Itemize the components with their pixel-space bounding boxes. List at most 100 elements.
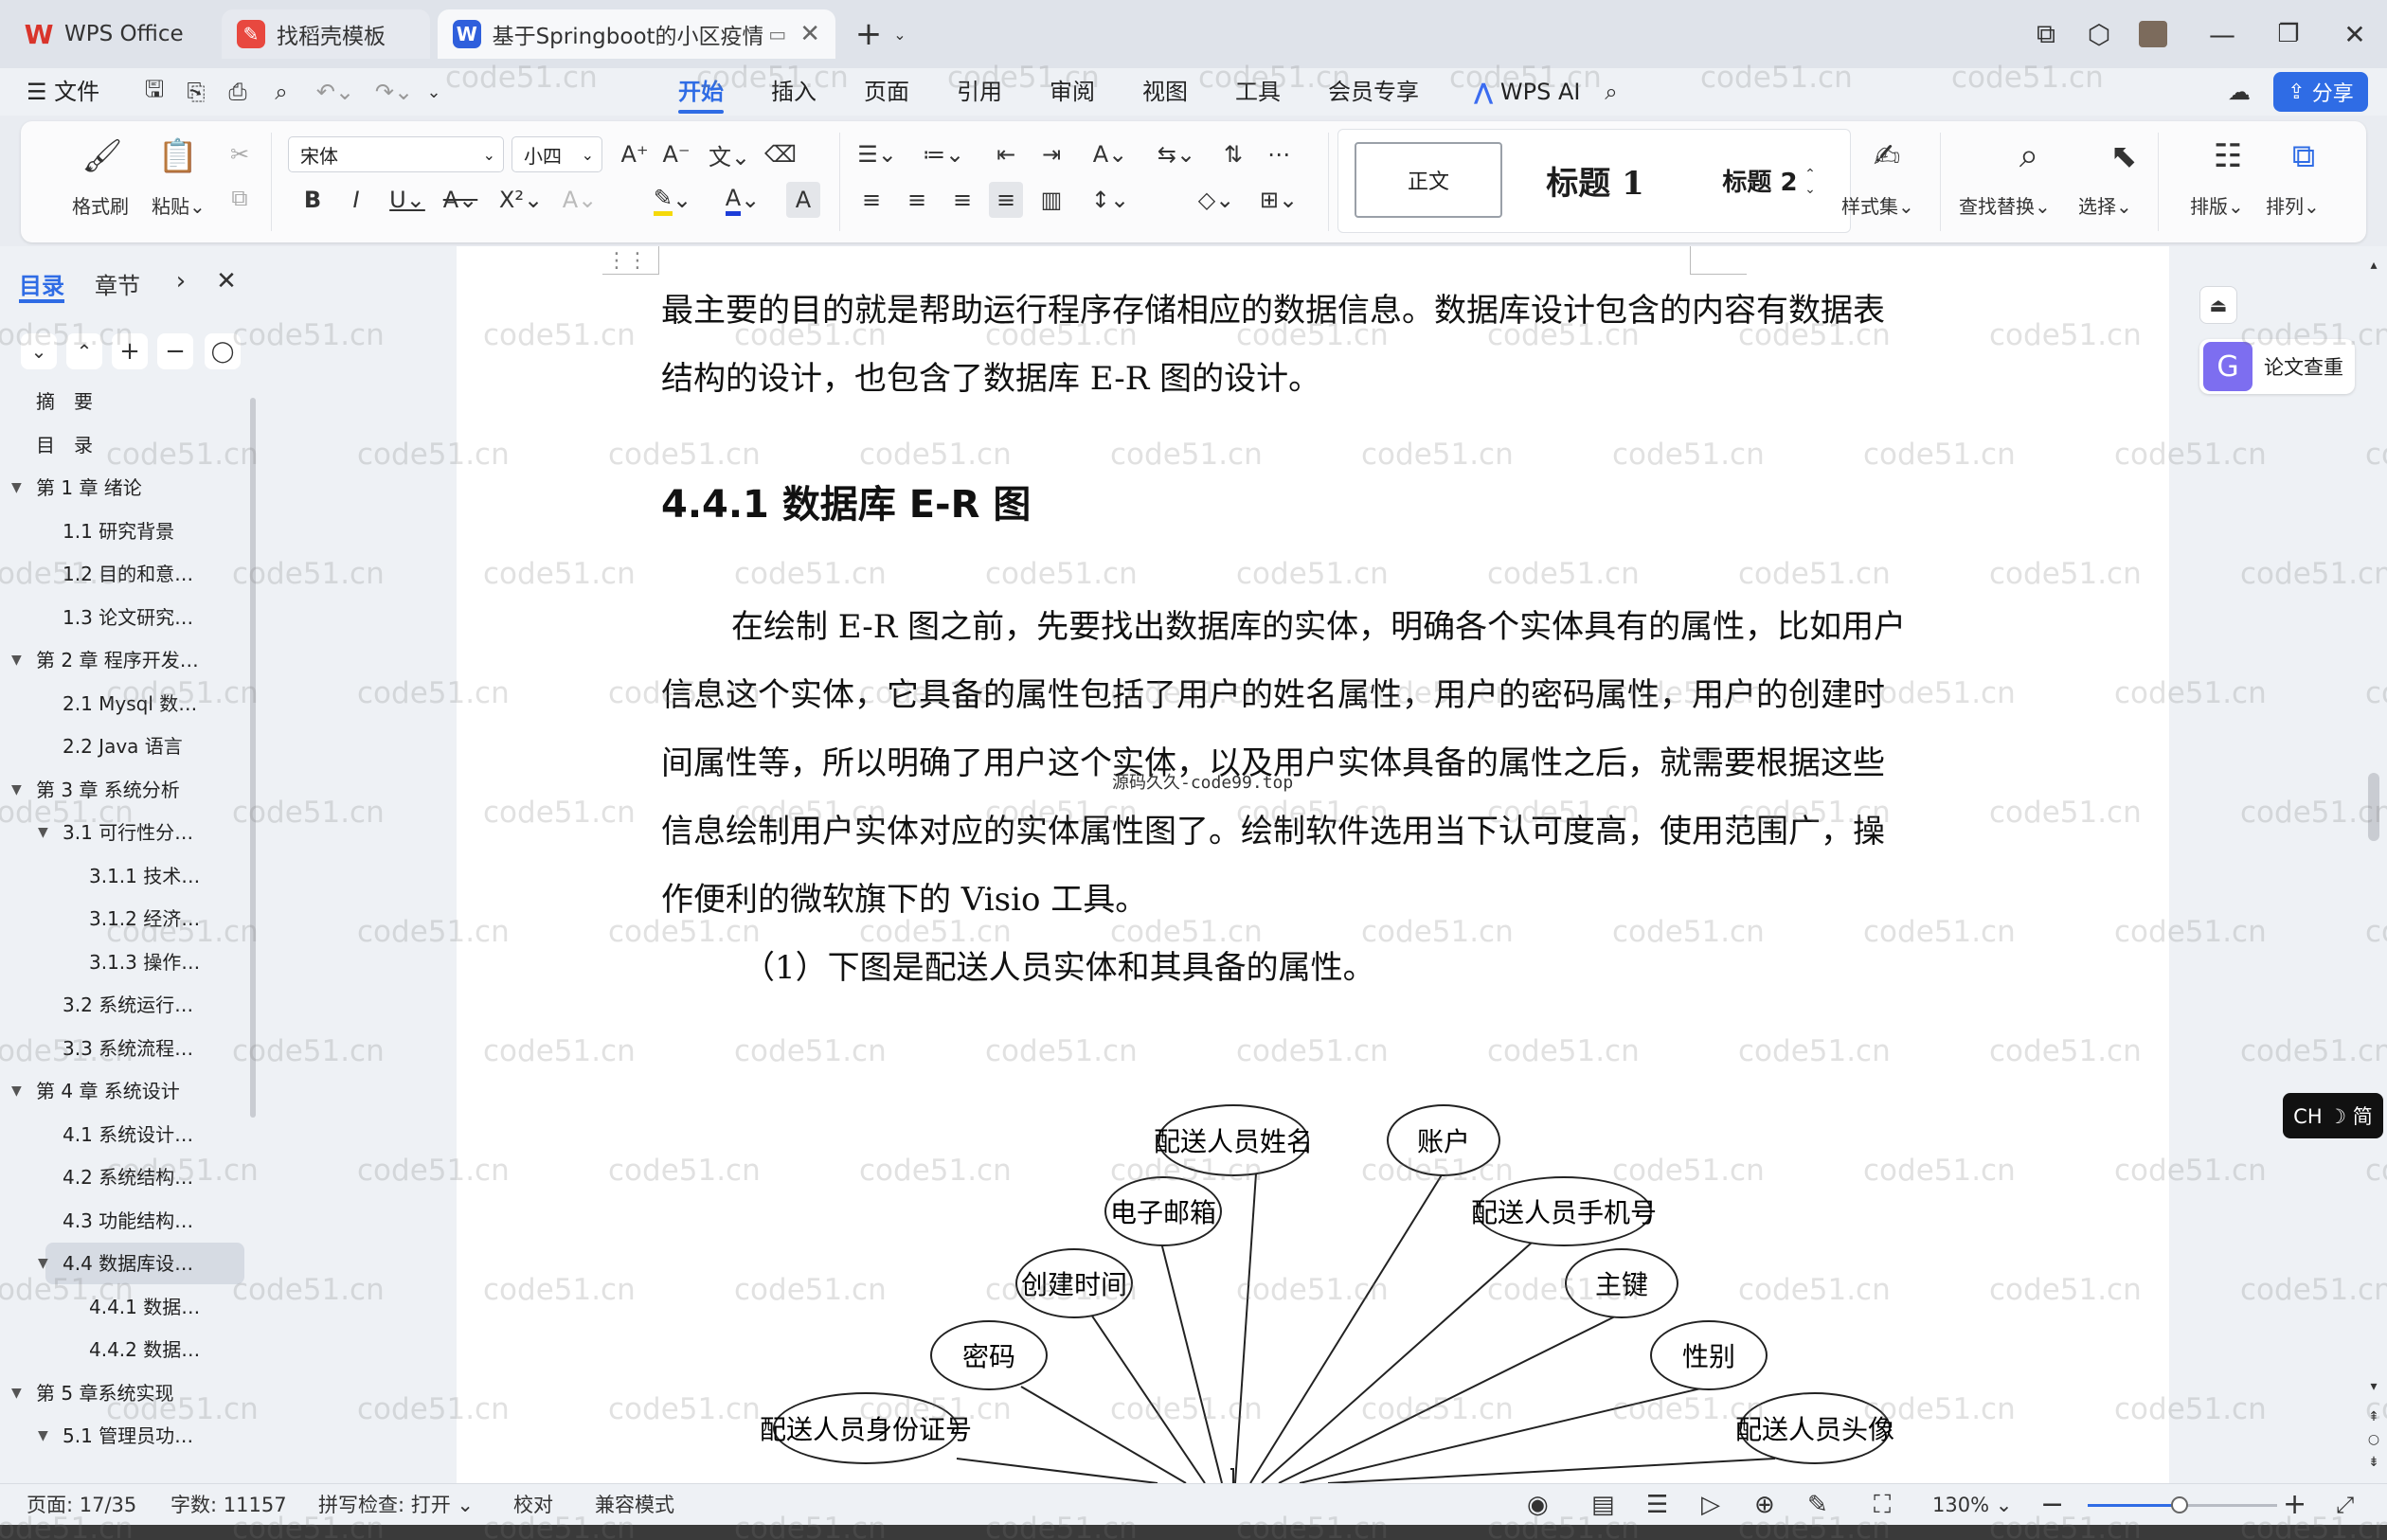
next-page-icon[interactable]: ⇟: [2364, 1451, 2383, 1474]
toc-item[interactable]: ▼ 5.1 管理员功…: [0, 1415, 246, 1457]
toc-expand-arrow-icon[interactable]: ▼: [11, 769, 22, 811]
tab-toc[interactable]: 目录: [19, 267, 64, 300]
print-preview-icon[interactable]: ⌕: [265, 76, 297, 108]
font-name-select[interactable]: 宋体 ⌄: [288, 136, 504, 172]
toc-item[interactable]: 1.1 研究背景: [0, 510, 246, 552]
arrange-icon[interactable]: ⧉: [2281, 134, 2326, 178]
print-icon[interactable]: ⎙: [222, 76, 254, 108]
style-set-button[interactable]: 样式集⌄: [1841, 191, 1914, 219]
scroll-up-icon[interactable]: ▴: [2364, 254, 2383, 277]
web-view-icon[interactable]: ⊕: [1754, 1484, 1775, 1526]
toc-item[interactable]: 2.2 Java 语言: [0, 725, 246, 767]
strikethrough-icon[interactable]: A⌄: [438, 182, 483, 218]
toc-item[interactable]: ▼ 第 2 章 程序开发…: [0, 639, 246, 681]
toc-scrollbar[interactable]: [250, 398, 256, 1118]
format-painter-label[interactable]: 格式刷: [72, 191, 129, 219]
sort-icon[interactable]: ⇅: [1216, 136, 1250, 172]
numbered-list-icon[interactable]: ≔⌄: [921, 136, 966, 172]
spell-check-toggle[interactable]: 拼写检查: 打开 ⌄: [318, 1484, 474, 1526]
proofread-button[interactable]: 校对: [513, 1484, 553, 1526]
select-browse-icon[interactable]: ○: [2364, 1428, 2383, 1451]
paste-label[interactable]: 粘贴⌄: [152, 191, 206, 219]
superscript-icon[interactable]: X²⌄: [494, 182, 547, 218]
close-window-icon[interactable]: ✕: [2336, 13, 2374, 55]
border-icon[interactable]: ⊞⌄: [1252, 182, 1305, 218]
shrink-font-icon[interactable]: A⁻: [659, 136, 693, 172]
paste-icon[interactable]: 📋: [158, 134, 198, 178]
word-count[interactable]: 字数: 11157: [170, 1484, 287, 1526]
toc-item[interactable]: 1.3 论文研究…: [0, 597, 246, 638]
tab-wps-office[interactable]: W WPS Office: [9, 9, 213, 59]
toc-item[interactable]: ▼ 4.4 数据库设…: [38, 1243, 244, 1284]
expand-down-icon[interactable]: ⌄: [21, 333, 57, 369]
new-tab-icon[interactable]: +: [847, 13, 890, 55]
toc-item[interactable]: 3.1.2 经济…: [0, 898, 246, 940]
justify-icon[interactable]: ≡: [989, 182, 1023, 218]
pen-icon[interactable]: ✎: [1807, 1484, 1828, 1526]
ime-indicator[interactable]: CH ☽ 简: [2283, 1093, 2383, 1138]
toc-item[interactable]: 3.2 系统运行…: [0, 984, 246, 1026]
save-icon[interactable]: 🖫: [138, 76, 170, 108]
search-icon[interactable]: ⌕: [1595, 76, 1627, 108]
toc-expand-arrow-icon[interactable]: ▼: [11, 1372, 22, 1414]
select-button[interactable]: 选择⌄: [2078, 191, 2132, 219]
minimize-icon[interactable]: —: [2203, 13, 2241, 55]
play-icon[interactable]: ▷: [1701, 1484, 1720, 1526]
share-button[interactable]: ⇪ 分享: [2273, 72, 2368, 112]
style-heading1[interactable]: 标题 1: [1510, 142, 1680, 218]
toc-expand-arrow-icon[interactable]: ▼: [11, 1070, 22, 1112]
menu-item-view[interactable]: 视图: [1142, 68, 1188, 116]
menu-item-tools[interactable]: 工具: [1235, 68, 1281, 116]
toc-item[interactable]: 3.1.3 操作…: [0, 941, 246, 983]
layout-button[interactable]: 排版⌄: [2190, 191, 2244, 219]
file-menu[interactable]: ☰ 文件: [27, 68, 99, 116]
zoom-slider-thumb[interactable]: [2171, 1496, 2188, 1513]
toc-item[interactable]: 4.4.1 数据…: [0, 1286, 246, 1328]
char-shading-icon[interactable]: A: [786, 182, 820, 218]
distribute-icon[interactable]: ▥: [1034, 182, 1068, 218]
font-color-icon[interactable]: A ⌄: [720, 182, 765, 218]
toc-expand-arrow-icon[interactable]: ▼: [38, 1415, 48, 1457]
bullet-list-icon[interactable]: ☰⌄: [854, 136, 900, 172]
prev-page-icon[interactable]: ⇞: [2364, 1406, 2383, 1428]
grow-font-icon[interactable]: A⁺: [618, 136, 652, 172]
toc-item[interactable]: 4.4.2 数据…: [0, 1329, 246, 1370]
page-view-icon[interactable]: ▤: [1591, 1484, 1615, 1526]
wps-ai-button[interactable]: ⋀ WPS AI: [1474, 68, 1580, 116]
underline-icon[interactable]: U⌄: [385, 182, 430, 218]
bold-icon[interactable]: B: [296, 182, 330, 218]
chevron-down-icon[interactable]: ⌄: [888, 13, 911, 55]
align-right-icon[interactable]: ≡: [945, 182, 979, 218]
text-direction-icon[interactable]: A⌄: [1087, 136, 1133, 172]
fullscreen-icon[interactable]: ⤢: [2336, 1484, 2354, 1526]
style-set-icon[interactable]: ✍: [1864, 134, 1910, 178]
menu-item-review[interactable]: 审阅: [1050, 68, 1095, 116]
toc-item[interactable]: ▼ 第 5 章系统实现: [0, 1372, 246, 1414]
toc-expand-arrow-icon[interactable]: ▼: [38, 1243, 48, 1284]
toc-item[interactable]: 4.2 系统结构…: [0, 1156, 246, 1198]
eraser-icon[interactable]: ⌫: [763, 136, 798, 172]
page-indicator[interactable]: 页面: 17/35: [27, 1484, 136, 1526]
zoom-level[interactable]: 130% ⌄: [1932, 1484, 2012, 1526]
menu-item-page[interactable]: 页面: [864, 68, 909, 116]
find-replace-icon[interactable]: ⌕: [2006, 134, 2052, 178]
avatar[interactable]: [2139, 21, 2167, 47]
increase-indent-icon[interactable]: ⇥: [1034, 136, 1068, 172]
eye-protect-icon[interactable]: ◉: [1527, 1484, 1549, 1526]
toc-item[interactable]: 3.1.1 技术…: [0, 855, 246, 897]
menu-item-references[interactable]: 引用: [957, 68, 1002, 116]
fit-page-icon[interactable]: ⛶: [1874, 1484, 1891, 1526]
chinese-layout-icon[interactable]: ⇆⌄: [1154, 136, 1199, 172]
export-icon[interactable]: ⎘: [180, 76, 212, 108]
select-cursor-icon[interactable]: ⬉: [2101, 134, 2146, 178]
redo-icon[interactable]: ↷⌄: [371, 76, 417, 108]
pinyin-icon[interactable]: 文⌄: [707, 136, 752, 172]
style-normal[interactable]: 正文: [1355, 142, 1502, 218]
cut-icon[interactable]: ✂: [224, 138, 256, 170]
decrease-indent-icon[interactable]: ⇤: [989, 136, 1023, 172]
document-scrollbar-thumb[interactable]: [2368, 773, 2379, 841]
collapse-icon[interactable]: ⏏: [2199, 286, 2237, 324]
toc-item[interactable]: ▼ 第 1 章 绪论: [0, 467, 246, 509]
cube-icon[interactable]: ⬡: [2080, 13, 2118, 55]
zoom-out-icon[interactable]: −: [2040, 1484, 2064, 1526]
